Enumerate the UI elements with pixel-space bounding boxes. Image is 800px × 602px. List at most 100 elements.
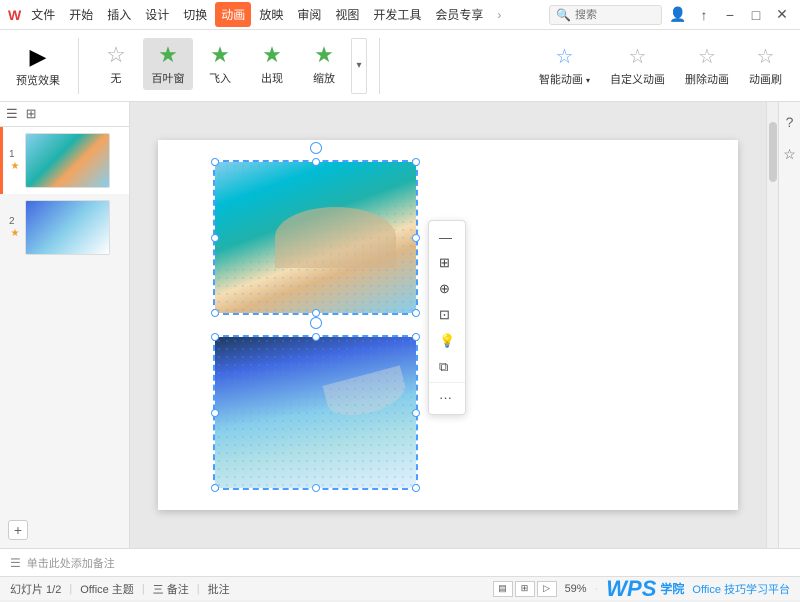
image-1-handle-bl[interactable] xyxy=(211,309,219,317)
status-sep-3: | xyxy=(197,583,200,595)
preview-button[interactable]: ▶ 预览效果 xyxy=(10,40,66,92)
image-1-handle-tr[interactable] xyxy=(412,158,420,166)
float-toolbar-magic[interactable]: 💡 xyxy=(429,328,465,354)
ribbon-divider-2 xyxy=(379,38,380,94)
vertical-scrollbar[interactable] xyxy=(766,102,778,548)
user-icon[interactable]: 👤 xyxy=(668,5,688,25)
menu-animation[interactable]: 动画 xyxy=(215,2,251,27)
float-toolbar: — ⊞ ⊕ ⊡ 💡 ⧉ ··· xyxy=(428,220,466,415)
menu-view[interactable]: 视图 xyxy=(329,2,365,27)
image-1-handle-mr[interactable] xyxy=(412,234,420,242)
float-toolbar-copy[interactable]: ⧉ xyxy=(429,354,465,380)
notes-bar: ☰ 单击此处添加备注 xyxy=(0,548,800,576)
effect-none-label: 无 xyxy=(111,70,122,86)
effect-fly[interactable]: ★ 飞入 xyxy=(195,38,245,90)
float-toolbar-minus[interactable]: — xyxy=(429,225,465,250)
effect-appear-icon: ★ xyxy=(262,42,282,68)
image-2-handle-ml[interactable] xyxy=(211,409,219,417)
status-sep-1: | xyxy=(69,583,72,595)
slide-num-1: 1 xyxy=(9,149,21,160)
float-toolbar-more[interactable]: ··· xyxy=(429,385,465,410)
image-1-handle-tc[interactable] xyxy=(312,158,320,166)
image-2-handle-tr[interactable] xyxy=(412,333,420,341)
slide-item-1[interactable]: 1 ★ xyxy=(0,127,129,194)
float-toolbar-zoom-in[interactable]: ⊕ xyxy=(429,276,465,302)
image-2-handle-tl[interactable] xyxy=(211,333,219,341)
effect-none[interactable]: ☆ 无 xyxy=(91,38,141,90)
image-2-handle-bc[interactable] xyxy=(312,484,320,492)
image-1-handle-bc[interactable] xyxy=(312,309,320,317)
slide-item-2[interactable]: 2 ★ xyxy=(0,194,129,261)
title-bar: W 文件 开始 插入 设计 切换 动画 放映 审阅 视图 开发工具 会员专享 ›… xyxy=(0,0,800,30)
scrollbar-thumb[interactable] xyxy=(769,122,777,182)
animation-brush-button[interactable]: ☆ 动画刷 xyxy=(741,40,790,91)
menu-slideshow[interactable]: 放映 xyxy=(253,2,289,27)
share-icon[interactable]: ↑ xyxy=(694,5,714,25)
add-slide-button[interactable]: + xyxy=(8,520,28,540)
image-1-handle-br[interactable] xyxy=(412,309,420,317)
effect-blinds-label: 百叶窗 xyxy=(152,70,185,86)
smart-animation-label: 智能动画 ▾ xyxy=(539,71,590,87)
image-1-preview xyxy=(215,162,416,313)
bookmark-icon[interactable]: ☆ xyxy=(779,142,800,167)
normal-view-btn[interactable]: ▤ xyxy=(493,581,513,597)
slide-canvas: 图1 图2 — ⊞ ⊕ ⊡ 💡 ⧉ xyxy=(158,140,738,510)
image-1-handle-ml[interactable] xyxy=(211,234,219,242)
search-input[interactable] xyxy=(575,9,655,21)
slide-list-panel: ☰ ⊞ 1 ★ 2 ★ + xyxy=(0,102,130,548)
smart-animation-button[interactable]: ☆ 智能动画 ▾ xyxy=(531,40,598,91)
image-1-container[interactable] xyxy=(213,160,418,315)
more-icon: ··· xyxy=(439,390,452,405)
effect-zoom[interactable]: ★ 缩放 xyxy=(299,38,349,90)
delete-animation-button[interactable]: ☆ 删除动画 xyxy=(677,40,737,91)
menu-more[interactable]: › xyxy=(491,4,507,26)
status-sep-2: | xyxy=(142,583,145,595)
float-toolbar-layers[interactable]: ⊞ xyxy=(429,250,465,276)
status-bar: 幻灯片 1/2 | Office 主题 | 三 备注 | 批注 ▤ ⊞ ▷ 59… xyxy=(0,576,800,600)
notes-placeholder[interactable]: 单击此处添加备注 xyxy=(27,555,115,571)
grid-view-btn[interactable]: ⊞ xyxy=(515,581,535,597)
effect-appear[interactable]: ★ 出现 xyxy=(247,38,297,90)
minimize-icon[interactable]: − xyxy=(720,5,740,25)
title-bar-right: 🔍 👤 ↑ − □ ✕ xyxy=(549,5,792,25)
image-1-handle-tl[interactable] xyxy=(211,158,219,166)
image-2-handle-bl[interactable] xyxy=(211,484,219,492)
reading-view-btn[interactable]: ▷ xyxy=(537,581,557,597)
notes-btn[interactable]: 三 备注 xyxy=(153,581,189,597)
custom-animation-button[interactable]: ☆ 自定义动画 xyxy=(602,40,673,91)
menu-bar: 文件 开始 插入 设计 切换 动画 放映 审阅 视图 开发工具 会员专享 › xyxy=(25,2,507,27)
image-2-rotate-handle[interactable] xyxy=(310,317,322,329)
menu-devtools[interactable]: 开发工具 xyxy=(367,2,427,27)
outline-toggle-icon[interactable]: ☰ xyxy=(6,106,18,122)
restore-icon[interactable]: □ xyxy=(746,5,766,25)
menu-review[interactable]: 审阅 xyxy=(291,2,327,27)
image-1-rotate-handle[interactable] xyxy=(310,142,322,154)
canvas-area[interactable]: 图1 图2 — ⊞ ⊕ ⊡ 💡 ⧉ xyxy=(130,102,766,548)
comments-btn[interactable]: 批注 xyxy=(208,581,230,597)
effect-blinds[interactable]: ★ 百叶窗 xyxy=(143,38,193,90)
slide-thumb-2[interactable] xyxy=(25,200,110,255)
menu-file[interactable]: 文件 xyxy=(25,2,61,27)
close-icon[interactable]: ✕ xyxy=(772,5,792,25)
image-2-container[interactable] xyxy=(213,335,418,490)
menu-switch[interactable]: 切换 xyxy=(177,2,213,27)
main-area: ☰ ⊞ 1 ★ 2 ★ + xyxy=(0,102,800,548)
menu-start[interactable]: 开始 xyxy=(63,2,99,27)
float-toolbar-crop[interactable]: ⊡ xyxy=(429,302,465,328)
menu-insert[interactable]: 插入 xyxy=(101,2,137,27)
image-2-handle-tc[interactable] xyxy=(312,333,320,341)
search-box[interactable]: 🔍 xyxy=(549,5,662,25)
image-2-handle-mr[interactable] xyxy=(412,409,420,417)
minus-icon: — xyxy=(439,230,452,245)
search-icon: 🔍 xyxy=(556,8,571,22)
view-mode-icon[interactable]: ⊞ xyxy=(26,106,37,122)
smart-animation-icon: ☆ xyxy=(555,44,573,69)
slide-thumb-1[interactable] xyxy=(25,133,110,188)
effect-more[interactable]: ▾ xyxy=(351,38,367,94)
slide-star-2: ★ xyxy=(11,228,20,239)
image-2-preview xyxy=(215,337,416,488)
help-icon[interactable]: ? xyxy=(782,110,798,134)
menu-design[interactable]: 设计 xyxy=(139,2,175,27)
image-2-handle-br[interactable] xyxy=(412,484,420,492)
menu-vip[interactable]: 会员专享 xyxy=(429,2,489,27)
